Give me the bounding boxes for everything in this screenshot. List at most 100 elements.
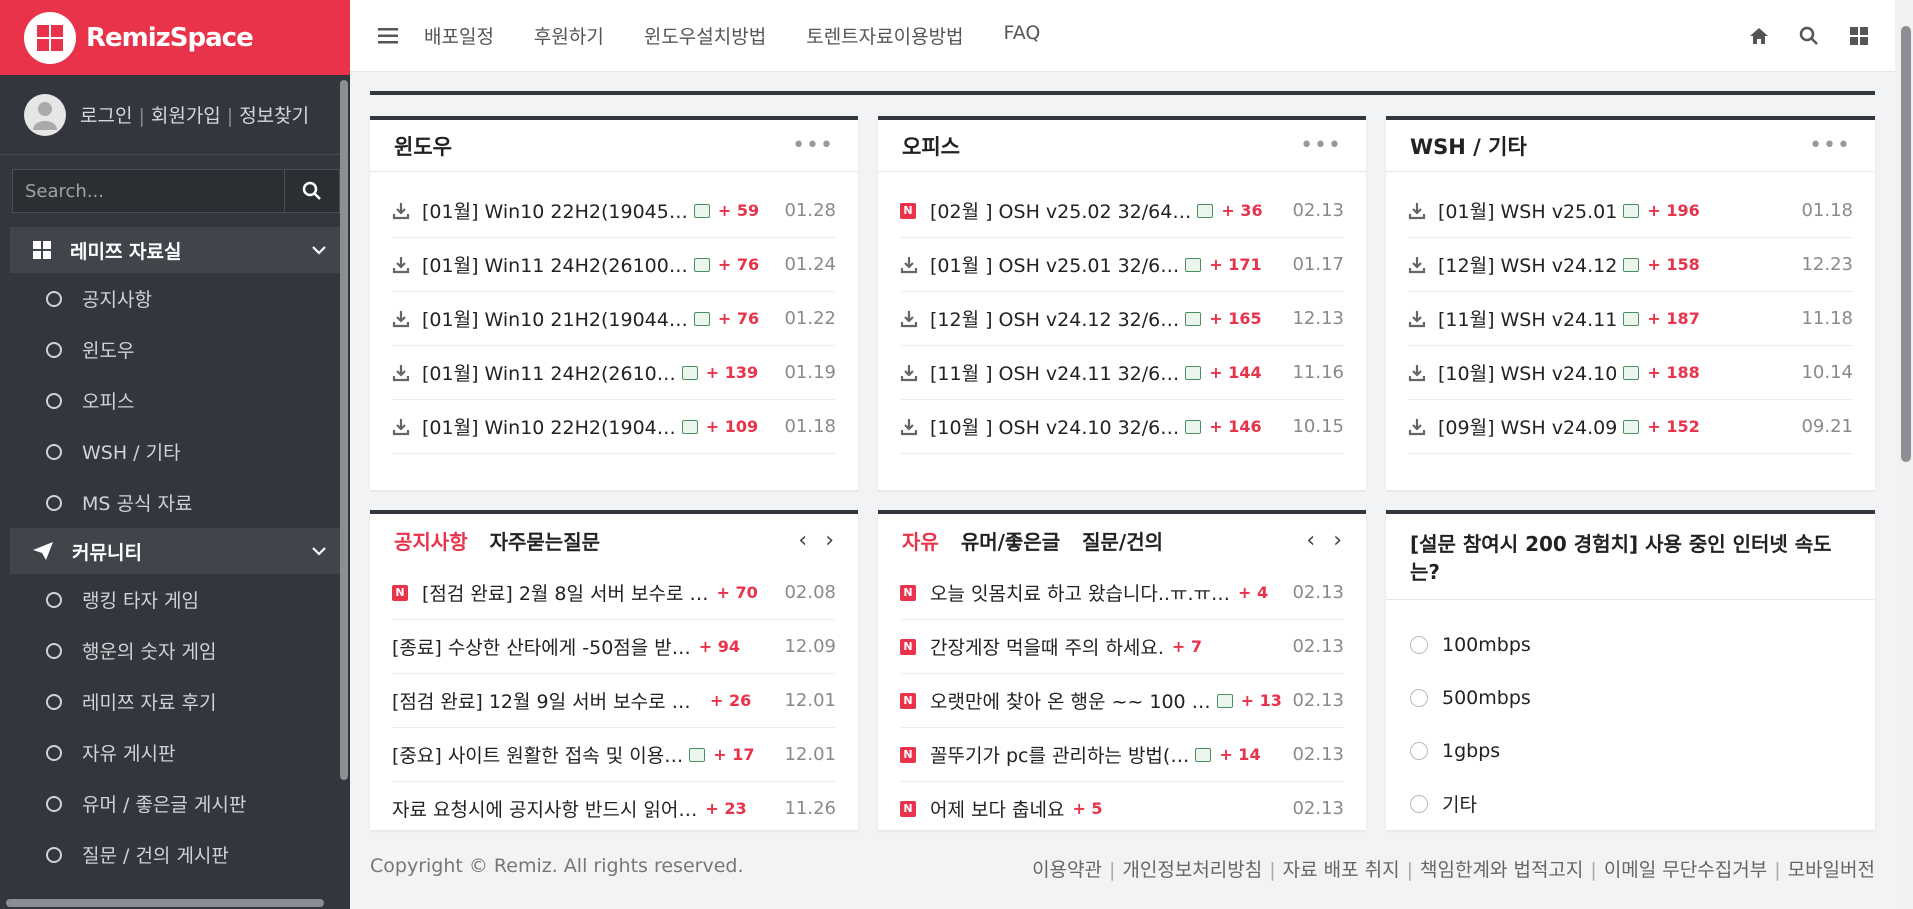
- sidebar-item-typing-game[interactable]: 랭킹 타자 게임: [0, 574, 350, 625]
- item-title[interactable]: [01월 ] OSH v25.01 32/6…: [930, 251, 1179, 278]
- item-title[interactable]: [10월 ] OSH v24.10 32/6…: [930, 413, 1179, 440]
- list-item[interactable]: [11월 ] OSH v24.11 32/6… + 144 11.16: [900, 346, 1344, 400]
- list-item[interactable]: N 어제 보다 춥네요 + 5 02.13: [900, 782, 1344, 830]
- item-title[interactable]: 오랫만에 찾아 온 행운 ~~ 100 …: [930, 687, 1211, 714]
- sidebar-group-community[interactable]: 커뮤니티: [10, 528, 340, 574]
- hamburger-menu-button[interactable]: [378, 27, 398, 44]
- item-title[interactable]: [점검 완료] 12월 9일 서버 보수로 사…: [392, 687, 702, 714]
- item-title[interactable]: [09월] WSH v24.09: [1438, 413, 1617, 440]
- footer-link[interactable]: 이용약관: [1032, 859, 1102, 881]
- sidebar-item-free-board[interactable]: 자유 게시판: [0, 727, 350, 778]
- sidebar-item-humor-board[interactable]: 유머 / 좋은글 게시판: [0, 778, 350, 829]
- list-item[interactable]: N 오늘 잇몸치료 하고 왔습니다..ㅠ.ㅠ… + 4 02.13: [900, 566, 1344, 620]
- sidebar-horizontal-scrollbar[interactable]: [6, 899, 324, 907]
- item-title[interactable]: 자료 요청시에 공지사항 반드시 읽어…: [392, 795, 697, 822]
- grid-icon[interactable]: [1849, 26, 1869, 46]
- more-icon[interactable]: •••: [1809, 133, 1851, 158]
- item-title[interactable]: [종료] 수상한 산타에게 -50점을 받…: [392, 633, 691, 660]
- list-item[interactable]: [10월 ] OSH v24.10 32/6… + 146 10.15: [900, 400, 1344, 454]
- item-title[interactable]: [01월] WSH v25.01: [1438, 197, 1617, 224]
- search-icon[interactable]: [1799, 26, 1819, 46]
- sidebar-item-office[interactable]: 오피스: [0, 375, 350, 426]
- login-link[interactable]: 로그인: [80, 105, 132, 127]
- nav-torrent-guide[interactable]: 토렌트자료이용방법: [806, 22, 963, 49]
- list-item[interactable]: N 꼴뚜기가 pc를 관리하는 방법(… + 14 02.13: [900, 728, 1344, 782]
- item-title[interactable]: 꼴뚜기가 pc를 관리하는 방법(…: [930, 741, 1189, 768]
- radio-icon[interactable]: [1410, 688, 1428, 707]
- footer-link[interactable]: 개인정보처리방침: [1122, 859, 1262, 881]
- item-title[interactable]: [01월] Win10 22H2(1904…: [422, 413, 676, 440]
- tab-notice[interactable]: 공지사항: [394, 526, 468, 555]
- chevron-right-icon[interactable]: ›: [1333, 528, 1342, 553]
- item-title[interactable]: 간장게장 먹을때 주의 하세요.: [930, 633, 1164, 660]
- sidebar-item-ms-official[interactable]: MS 공식 자료: [0, 477, 350, 528]
- radio-icon[interactable]: [1410, 635, 1428, 654]
- nav-windows-install[interactable]: 윈도우설치방법: [644, 22, 766, 49]
- item-title[interactable]: [01월] Win10 22H2(19045…: [422, 197, 688, 224]
- sidebar-item-qna-board[interactable]: 질문 / 건의 게시판: [0, 829, 350, 880]
- sidebar-group-archive[interactable]: 레미쯔 자료실: [10, 227, 340, 273]
- item-title[interactable]: [01월] Win11 24H2(2610…: [422, 359, 676, 386]
- list-item[interactable]: N 오랫만에 찾아 온 행운 ~~ 100 … + 13 02.13: [900, 674, 1344, 728]
- list-item[interactable]: [중요] 사이트 원활한 접속 및 이용… + 17 12.01: [392, 728, 836, 782]
- list-item[interactable]: 자료 요청시에 공지사항 반드시 읽어… + 23 11.26: [392, 782, 836, 830]
- sidebar-item-notice[interactable]: 공지사항: [0, 273, 350, 324]
- register-link[interactable]: 회원가입: [151, 105, 221, 127]
- search-input[interactable]: [12, 169, 284, 213]
- find-info-link[interactable]: 정보찾기: [239, 105, 309, 127]
- nav-donate[interactable]: 후원하기: [534, 22, 604, 49]
- list-item[interactable]: [종료] 수상한 산타에게 -50점을 받… + 94 12.09: [392, 620, 836, 674]
- list-item[interactable]: N [02월 ] OSH v25.02 32/64… + 36 02.13: [900, 184, 1344, 238]
- more-icon[interactable]: •••: [1300, 133, 1342, 158]
- list-item[interactable]: [09월] WSH v24.09 + 152 09.21: [1408, 400, 1853, 454]
- item-title[interactable]: [12월] WSH v24.12: [1438, 251, 1617, 278]
- sidebar-scrollbar[interactable]: [340, 80, 348, 780]
- list-item[interactable]: [01월] Win11 24H2(26100… + 76 01.24: [392, 238, 836, 292]
- chevron-right-icon[interactable]: ›: [825, 528, 834, 553]
- list-item[interactable]: [점검 완료] 12월 9일 서버 보수로 사… + 26 12.01: [392, 674, 836, 728]
- tab-qna[interactable]: 질문/건의: [1082, 526, 1163, 555]
- footer-link[interactable]: 이메일 무단수집거부: [1604, 859, 1767, 881]
- home-icon[interactable]: [1749, 27, 1769, 45]
- list-item[interactable]: [01월 ] OSH v25.01 32/6… + 171 01.17: [900, 238, 1344, 292]
- list-item[interactable]: N 간장게장 먹을때 주의 하세요. + 7 02.13: [900, 620, 1344, 674]
- more-icon[interactable]: •••: [792, 133, 834, 158]
- list-item[interactable]: [01월] WSH v25.01 + 196 01.18: [1408, 184, 1853, 238]
- list-item[interactable]: [01월] Win10 22H2(1904… + 109 01.18: [392, 400, 836, 454]
- footer-link[interactable]: 자료 배포 취지: [1283, 859, 1400, 881]
- item-title[interactable]: [점검 완료] 2월 8일 서버 보수로 …: [422, 579, 709, 606]
- sidebar-item-wsh[interactable]: WSH / 기타: [0, 426, 350, 477]
- nav-schedule[interactable]: 배포일정: [424, 22, 494, 49]
- list-item[interactable]: [10월] WSH v24.10 + 188 10.14: [1408, 346, 1853, 400]
- page-scrollbar[interactable]: [1901, 26, 1911, 462]
- item-title[interactable]: 오늘 잇몸치료 하고 왔습니다..ㅠ.ㅠ…: [930, 579, 1230, 606]
- list-item[interactable]: [11월] WSH v24.11 + 187 11.18: [1408, 292, 1853, 346]
- chevron-left-icon[interactable]: ‹: [1306, 528, 1315, 553]
- poll-option[interactable]: 기타: [1386, 777, 1875, 830]
- item-title[interactable]: [10월] WSH v24.10: [1438, 359, 1617, 386]
- poll-option[interactable]: 1gbps: [1386, 724, 1875, 777]
- item-title[interactable]: [11월 ] OSH v24.11 32/6…: [930, 359, 1179, 386]
- item-title[interactable]: [01월] Win11 24H2(26100…: [422, 251, 688, 278]
- poll-option[interactable]: 100mbps: [1386, 618, 1875, 671]
- list-item[interactable]: N [점검 완료] 2월 8일 서버 보수로 … + 70 02.08: [392, 566, 836, 620]
- list-item[interactable]: [01월] Win10 22H2(19045… + 59 01.28: [392, 184, 836, 238]
- list-item[interactable]: [01월] Win10 21H2(19044… + 76 01.22: [392, 292, 836, 346]
- list-item[interactable]: [01월] Win11 24H2(2610… + 139 01.19: [392, 346, 836, 400]
- sidebar-item-windows[interactable]: 윈도우: [0, 324, 350, 375]
- radio-icon[interactable]: [1410, 741, 1428, 760]
- tab-humor[interactable]: 유머/좋은글: [961, 526, 1060, 555]
- search-button[interactable]: [284, 169, 340, 213]
- tab-free[interactable]: 자유: [902, 526, 939, 555]
- footer-link[interactable]: 모바일버전: [1788, 859, 1875, 881]
- chevron-left-icon[interactable]: ‹: [798, 528, 807, 553]
- list-item[interactable]: [12월 ] OSH v24.12 32/6… + 165 12.13: [900, 292, 1344, 346]
- item-title[interactable]: [중요] 사이트 원활한 접속 및 이용…: [392, 741, 683, 768]
- item-title[interactable]: [11월] WSH v24.11: [1438, 305, 1617, 332]
- sidebar-item-lucky-number[interactable]: 행운의 숫자 게임: [0, 625, 350, 676]
- item-title[interactable]: [01월] Win10 21H2(19044…: [422, 305, 688, 332]
- radio-icon[interactable]: [1410, 794, 1428, 813]
- list-item[interactable]: [12월] WSH v24.12 + 158 12.23: [1408, 238, 1853, 292]
- poll-option[interactable]: 500mbps: [1386, 671, 1875, 724]
- tab-faq[interactable]: 자주묻는질문: [490, 526, 600, 555]
